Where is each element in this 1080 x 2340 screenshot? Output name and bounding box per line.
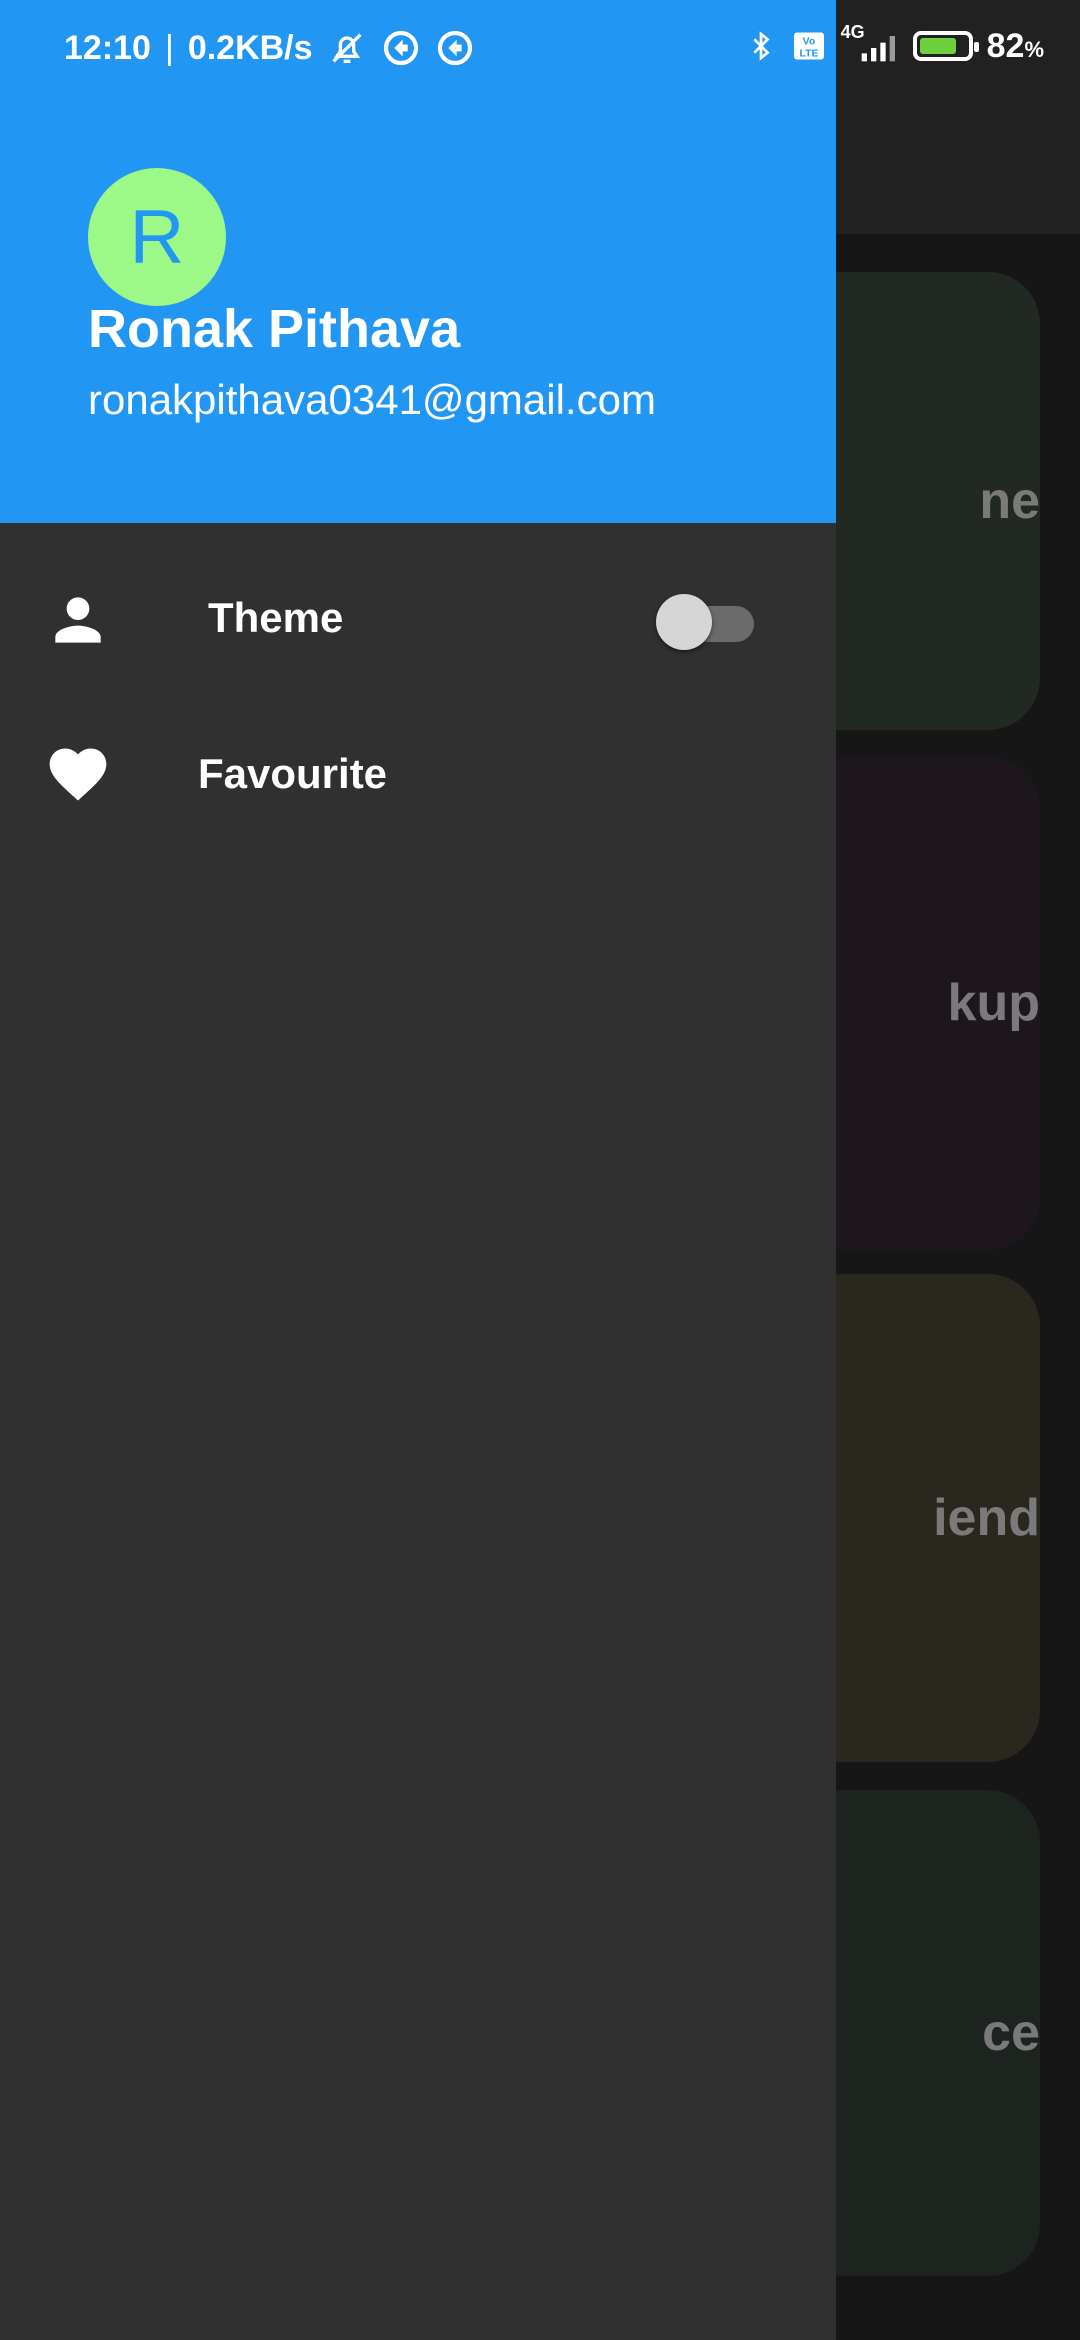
user-email: ronakpithava0341@gmail.com [88,376,656,423]
theme-toggle[interactable] [656,590,758,652]
status-separator: | [164,28,174,67]
drawer-item-label: Theme [208,594,344,641]
navigation-drawer: R Ronak Pithava ronakpithava0341@gmail.c… [0,0,836,2340]
drawer-item-favourite[interactable]: Favourite [0,700,836,850]
status-bar-right: Vo LTE 4G 82% [745,22,1044,66]
drawer-item-theme[interactable]: Theme [0,546,836,696]
avatar[interactable]: R [88,168,226,306]
heart-icon [49,748,107,801]
sync-icon [437,30,472,66]
bluetooth-icon [752,31,770,61]
sync-icon [383,30,418,66]
network-speed: 0.2KB/s [187,28,313,67]
user-name: Ronak Pithava [88,299,461,359]
battery-fill [919,38,956,54]
battery-percent: 82% [987,27,1044,66]
battery-icon [912,31,979,61]
status-time: 12:10 [64,28,151,67]
svg-text:Vo: Vo [802,36,815,48]
toggle-thumb [656,594,712,650]
battery-unit: % [1024,36,1044,62]
battery-value: 82 [986,26,1025,65]
status-bar: 12:10 | 0.2KB/s Vo LTE 4G 82% [0,0,1080,100]
avatar-letter: R [129,194,185,280]
drawer-item-label: Favourite [198,750,388,797]
person-icon [55,597,101,643]
status-bar-left: 12:10 | 0.2KB/s [64,28,475,68]
signal-icon: 4G [841,22,899,66]
silent-bell-icon [332,33,362,63]
svg-text:LTE: LTE [799,48,818,60]
volte-icon: Vo LTE [793,32,824,60]
